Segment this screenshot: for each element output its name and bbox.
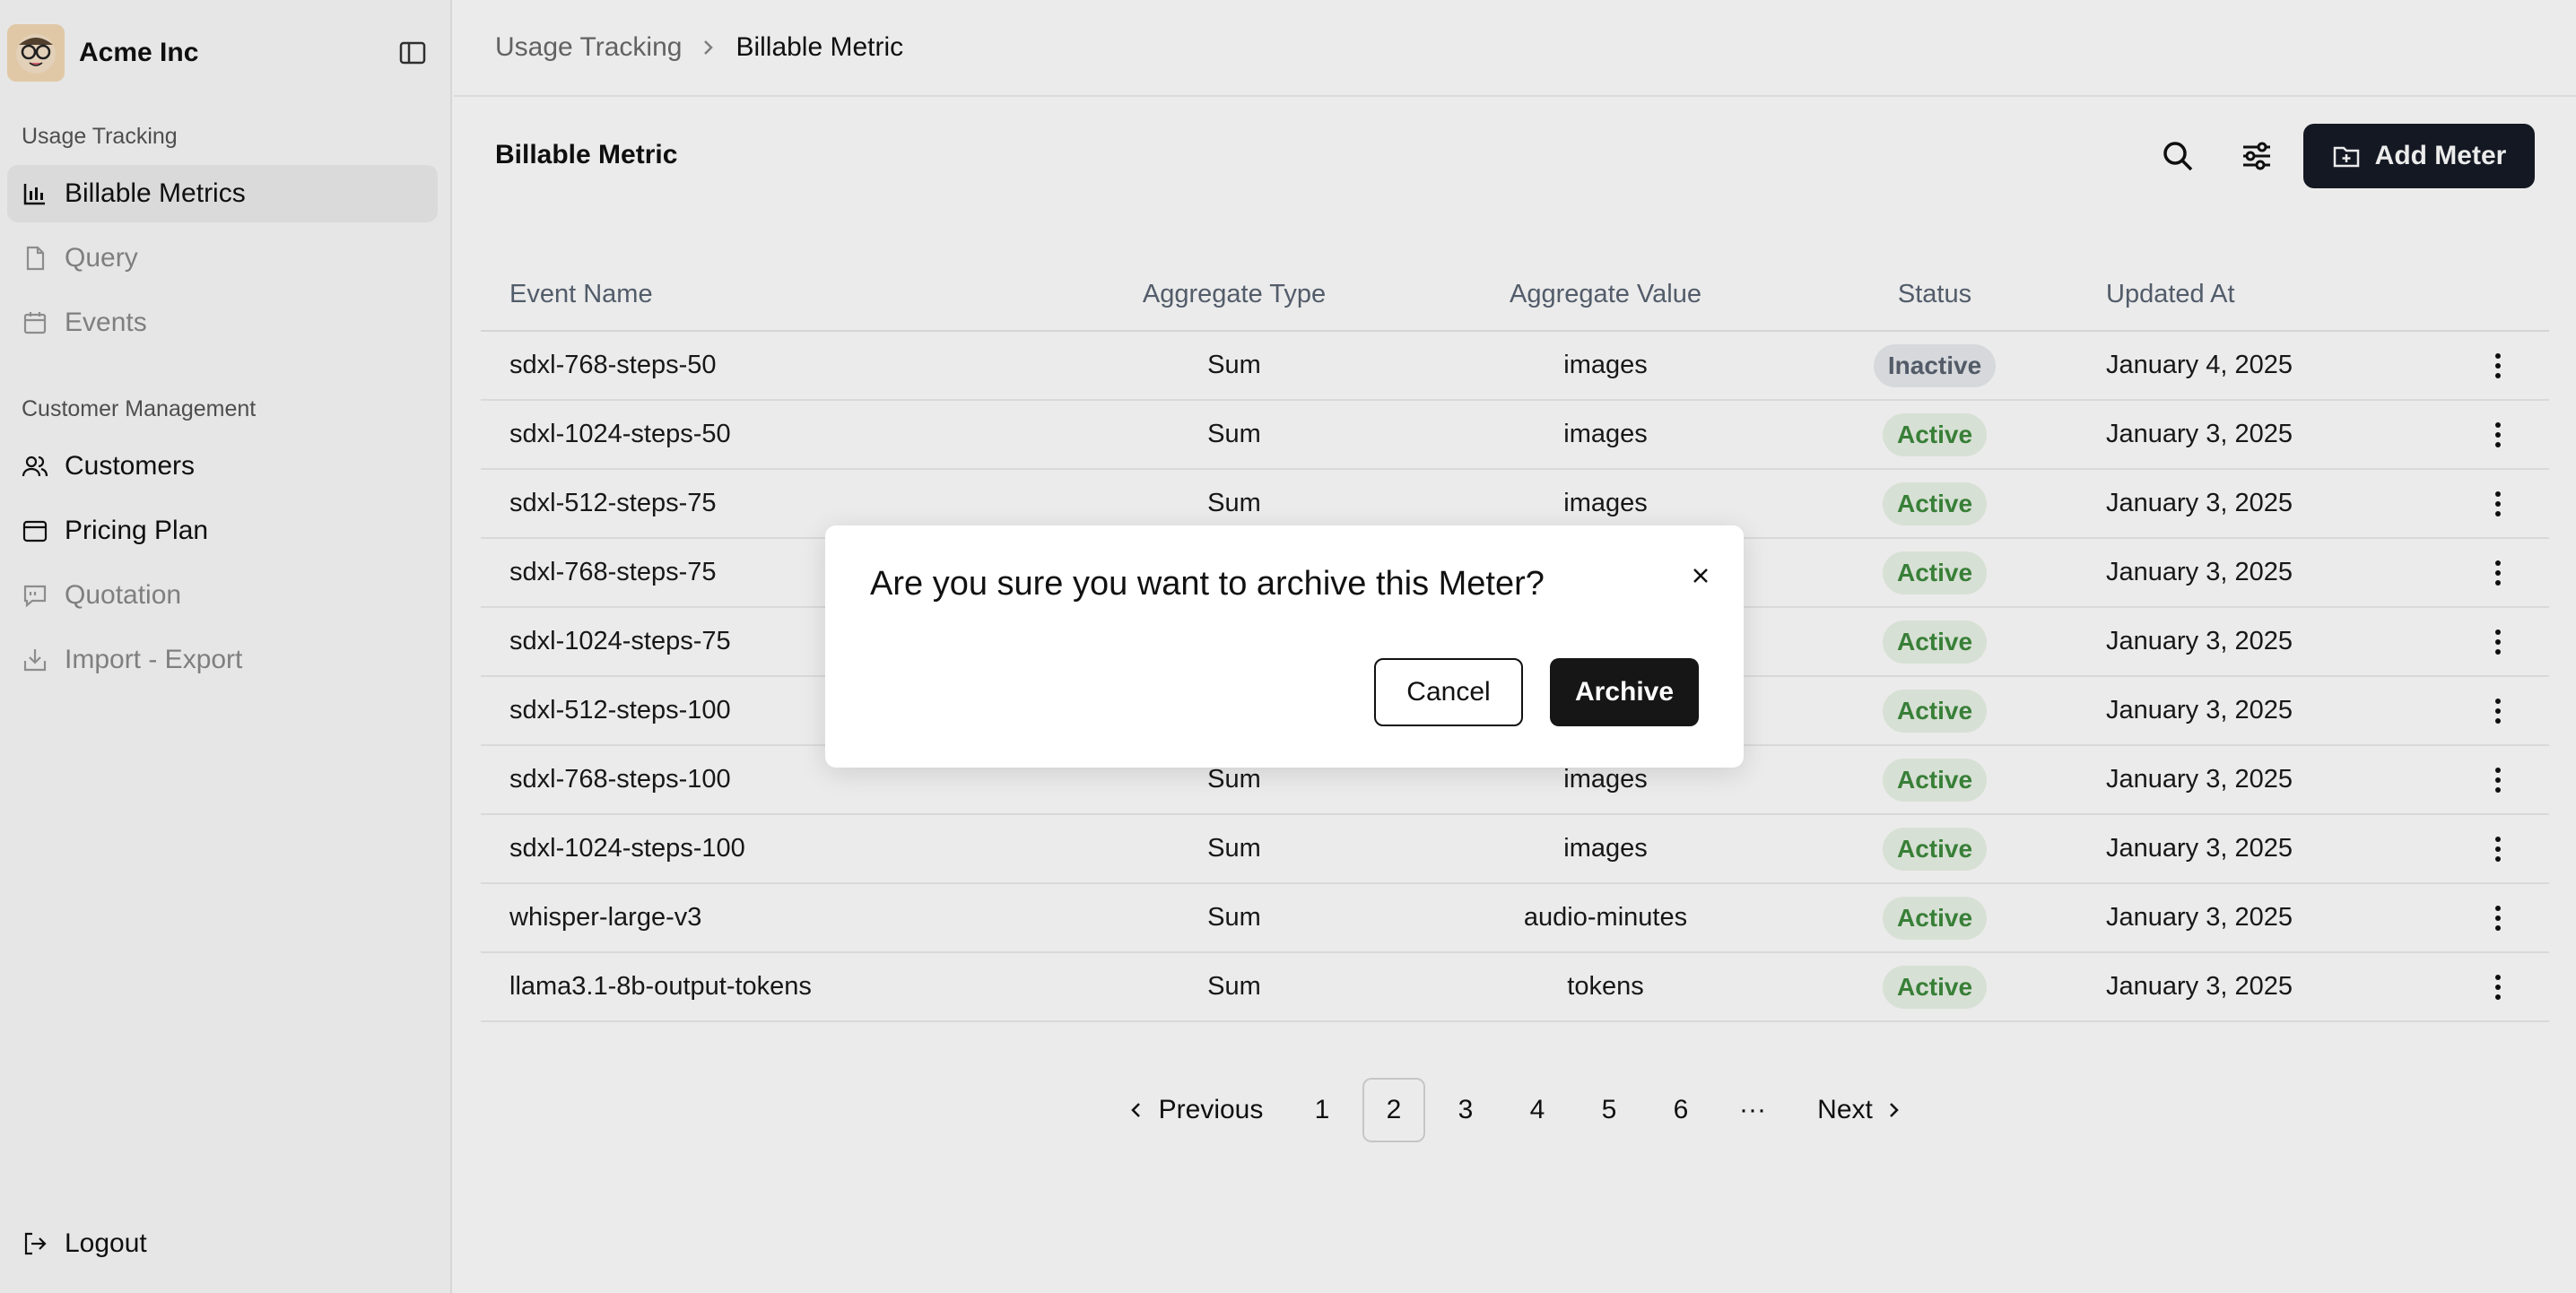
archive-dialog: Are you sure you want to archive this Me… — [825, 525, 1744, 768]
cancel-button[interactable]: Cancel — [1374, 658, 1523, 726]
archive-button[interactable]: Archive — [1550, 658, 1699, 726]
dialog-title: Are you sure you want to archive this Me… — [870, 565, 1545, 603]
close-icon[interactable] — [1686, 561, 1715, 590]
